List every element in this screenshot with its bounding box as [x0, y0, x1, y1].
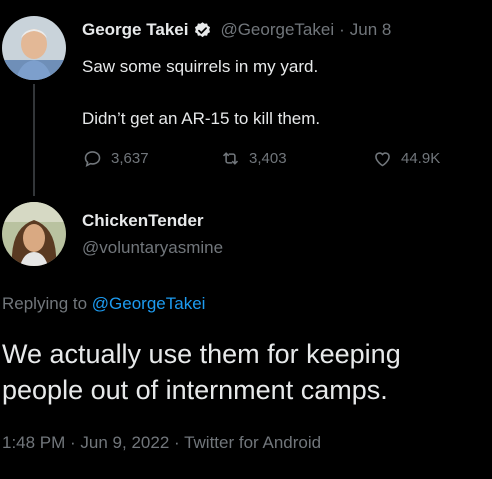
avatar-photo-icon — [2, 202, 66, 266]
reply-icon — [84, 151, 101, 167]
reply-button[interactable]: 3,637 — [82, 148, 149, 169]
separator-dot: · — [339, 20, 345, 39]
reply-text-line2: people out of internment camps. — [2, 375, 388, 405]
avatar-photo-icon — [2, 16, 66, 80]
retweet-button[interactable]: 3,403 — [220, 148, 287, 169]
like-button[interactable]: 44.9K — [372, 148, 440, 169]
chickentender-avatar[interactable] — [2, 202, 66, 266]
retweet-count: 3,403 — [249, 150, 287, 167]
author-name[interactable]: George Takei — [82, 20, 188, 40]
heart-icon — [375, 152, 390, 167]
replying-to-label: Replying to — [2, 294, 88, 313]
george-takei-avatar[interactable] — [2, 16, 66, 80]
reply-author-name[interactable]: ChickenTender — [82, 211, 204, 231]
parent-tweet-line1: Saw some squirrels in my yard. — [82, 57, 319, 76]
author-handle[interactable]: @GeorgeTakei — [220, 20, 334, 40]
verified-badge-icon — [193, 21, 212, 40]
parent-tweet-header: George Takei @GeorgeTakei · Jun 8 — [82, 20, 391, 40]
reply-author-handle[interactable]: @voluntaryasmine — [82, 238, 223, 258]
parent-tweet-actions: 3,637 3,403 44.9K — [82, 148, 462, 172]
parent-tweet-line2: Didn’t get an AR-15 to kill them. — [82, 109, 321, 128]
reply-count: 3,637 — [111, 150, 149, 167]
replying-to-handle-link[interactable]: @GeorgeTakei — [92, 294, 206, 313]
replying-to-line: Replying to @GeorgeTakei — [2, 294, 205, 314]
reply-text-line1: We actually use them for keeping — [2, 339, 401, 369]
reply-timestamp[interactable]: 1:48 PM · Jun 9, 2022 · Twitter for Andr… — [2, 433, 321, 453]
like-count: 44.9K — [401, 150, 441, 167]
retweet-icon — [222, 152, 239, 165]
tweet-date[interactable]: Jun 8 — [350, 20, 392, 40]
thread-connector-line — [33, 84, 35, 196]
